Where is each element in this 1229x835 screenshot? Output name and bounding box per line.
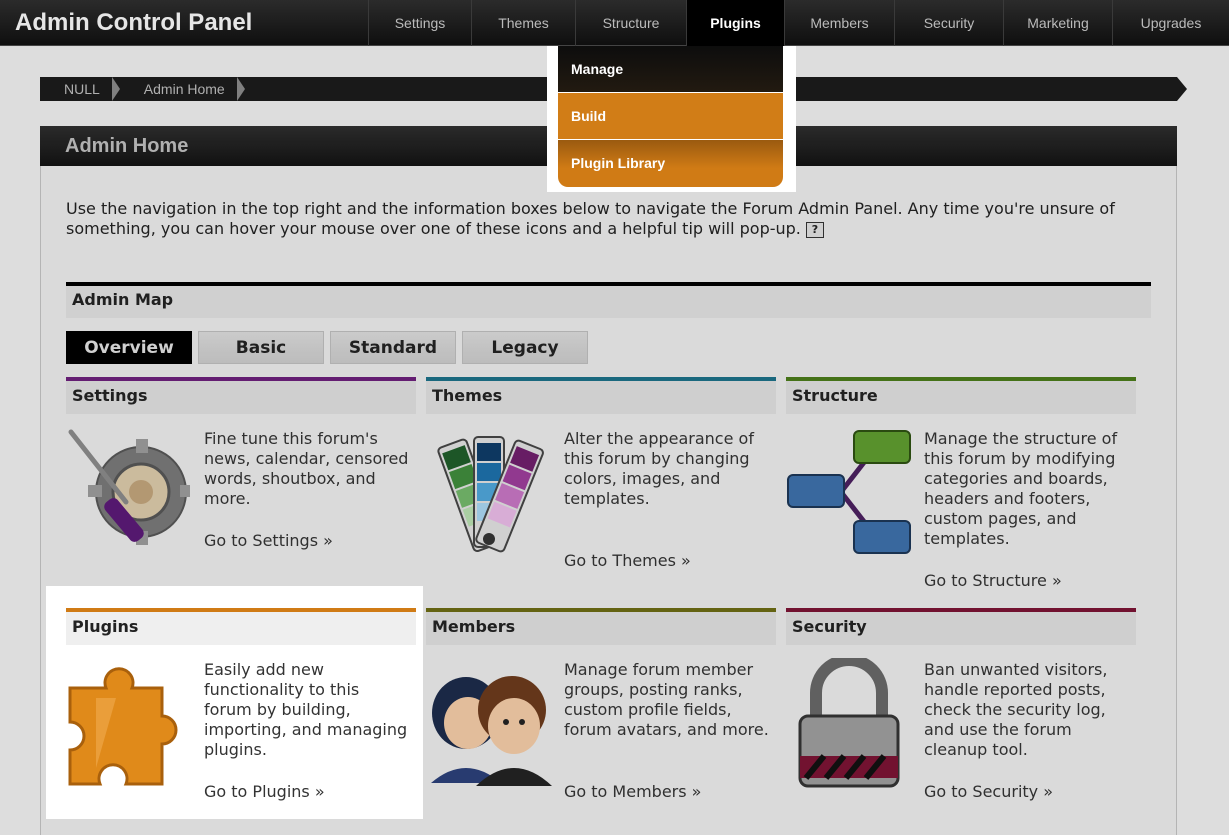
plugins-card: Plugins Easily add new functionality to … [66, 608, 416, 808]
go-to-security-link[interactable]: Go to Security » [924, 782, 1053, 801]
go-to-themes-link[interactable]: Go to Themes » [564, 551, 691, 570]
structure-card-header: Structure [786, 377, 1136, 414]
members-card-description: Manage forum member groups, posting rank… [564, 660, 769, 739]
structure-card-description: Manage the structure of this forum by mo… [924, 429, 1118, 548]
admin-map-view-tabs: Overview Basic Standard Legacy [66, 331, 588, 364]
admin-map-title: Admin Map [72, 290, 174, 309]
structure-card: Structure Manage the structure of this f… [786, 377, 1136, 597]
settings-card-description: Fine tune this forum's news, calendar, c… [204, 429, 409, 508]
nav-tab-members[interactable]: Members [784, 0, 894, 46]
intro-paragraph: Use the navigation in the top right and … [66, 199, 1115, 238]
themes-card-description: Alter the appearance of this forum by ch… [564, 429, 754, 508]
themes-card-header: Themes [426, 377, 776, 414]
plugins-card-description: Easily add new functionality to this for… [204, 660, 408, 759]
nav-tab-upgrades[interactable]: Upgrades [1112, 0, 1229, 46]
security-card-description: Ban unwanted visitors, handle reported p… [924, 660, 1108, 759]
app-title: Admin Control Panel [15, 9, 253, 36]
main-nav: Settings Themes Structure Plugins Member… [368, 0, 1229, 46]
menu-item-build[interactable]: Build [558, 93, 783, 140]
security-card: Security Ban unwanted visitors, handle r… [786, 608, 1136, 808]
gear-screwdriver-icon [68, 429, 190, 545]
page-title: Admin Home [65, 135, 189, 157]
security-card-title: Security [792, 617, 867, 636]
nav-tab-security[interactable]: Security [894, 0, 1003, 46]
menu-item-plugin-library[interactable]: Plugin Library [558, 140, 783, 187]
top-bar: Admin Control Panel Settings Themes Stru… [0, 0, 1229, 46]
view-tab-overview[interactable]: Overview [66, 331, 192, 364]
go-to-members-link[interactable]: Go to Members » [564, 782, 701, 801]
view-tab-standard[interactable]: Standard [330, 331, 456, 364]
help-tooltip-icon[interactable]: ? [805, 221, 824, 238]
breadcrumb-item-admin-home[interactable]: Admin Home [120, 77, 243, 101]
nav-tab-themes[interactable]: Themes [471, 0, 575, 46]
view-tab-legacy[interactable]: Legacy [462, 331, 588, 364]
menu-item-manage[interactable]: Manage [558, 46, 783, 93]
settings-card-title: Settings [72, 386, 148, 405]
puzzle-piece-icon [68, 667, 178, 786]
view-tab-basic[interactable]: Basic [198, 331, 324, 364]
go-to-plugins-link[interactable]: Go to Plugins » [204, 782, 325, 801]
intro-text: Use the navigation in the top right and … [66, 199, 1156, 239]
padlock-icon [798, 658, 900, 788]
settings-card-header: Settings [66, 377, 416, 414]
structure-card-title: Structure [792, 386, 878, 405]
nav-tab-marketing[interactable]: Marketing [1003, 0, 1112, 46]
color-swatch-icon [437, 436, 544, 553]
members-card-title: Members [432, 617, 516, 636]
go-to-structure-link[interactable]: Go to Structure » [924, 571, 1062, 590]
breadcrumb-item-null[interactable]: NULL [40, 77, 118, 101]
themes-card-title: Themes [432, 386, 503, 405]
plugins-dropdown-menu: Manage Build Plugin Library [558, 46, 783, 187]
security-card-header: Security [786, 608, 1136, 645]
members-icon [431, 676, 552, 786]
nav-tab-structure[interactable]: Structure [575, 0, 686, 46]
plugins-card-header: Plugins [66, 608, 416, 645]
nav-tab-settings[interactable]: Settings [368, 0, 471, 46]
admin-map-header: Admin Map [66, 282, 1151, 318]
hierarchy-icon [787, 430, 911, 554]
settings-card: Settings Fine tune this forum's news, ca… [66, 377, 416, 577]
plugins-card-title: Plugins [72, 617, 139, 636]
members-card-header: Members [426, 608, 776, 645]
go-to-settings-link[interactable]: Go to Settings » [204, 531, 333, 550]
nav-tab-plugins[interactable]: Plugins [686, 0, 784, 46]
members-card: Members Manage forum member groups, post… [426, 608, 776, 808]
themes-card: Themes Alter the appearance of this foru… [426, 377, 776, 577]
